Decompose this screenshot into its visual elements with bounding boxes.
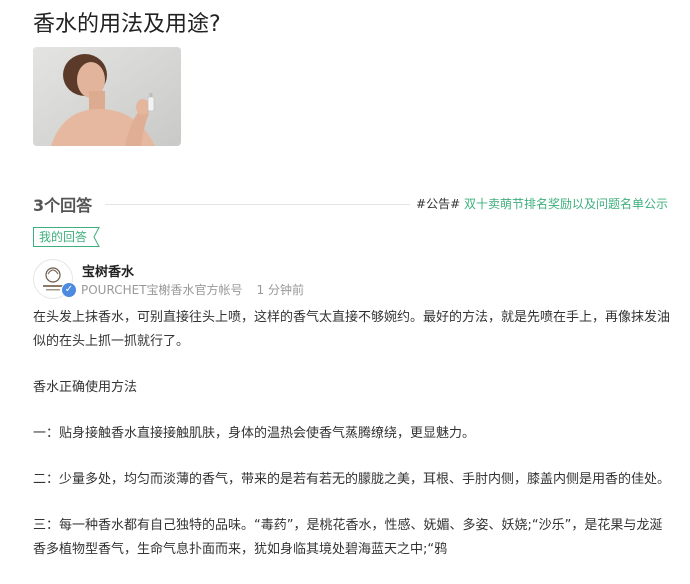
author-description: POURCHET宝榭香水官方帐号 1 分钟前: [81, 281, 304, 298]
answer-author: ✓ 宝树香水 POURCHET宝榭香水官方帐号 1 分钟前: [33, 259, 673, 299]
answer-content: 在头发上抹香水，可别直接往头上喷，这样的香气太直接不够婉约。最好的方法，就是先喷…: [33, 306, 673, 584]
answer-paragraph: 二：少量多处，均匀而淡薄的香气，带来的是若有若无的朦胧之美，耳根、手肘内侧，膝盖…: [33, 472, 671, 487]
answer-time: 1 分钟前: [256, 283, 304, 297]
tag-notch-icon: [91, 227, 100, 247]
answer-count: 3个回答: [33, 196, 93, 215]
notice-tag: #公告#: [416, 197, 461, 211]
question-image[interactable]: [33, 47, 181, 146]
notice: #公告# 双十卖萌节排名奖励以及问题名单公示: [416, 195, 668, 212]
answer-paragraph: 一：贴身接触香水直接接触肌肤，身体的温热会使香气蒸腾缭绕，更显魅力。: [33, 426, 476, 441]
author-name[interactable]: 宝树香水: [82, 261, 134, 280]
question-title: 香水的用法及用途?: [33, 12, 221, 37]
notice-link[interactable]: 双十卖萌节排名奖励以及问题名单公示: [464, 197, 668, 211]
author-title: POURCHET宝榭香水官方帐号: [81, 283, 243, 297]
answers-header: 3个回答 #公告# 双十卖萌节排名奖励以及问题名单公示: [33, 192, 668, 216]
answer-paragraph: 香水正确使用方法: [33, 380, 138, 395]
answer-paragraph: 在头发上抹香水，可别直接往头上喷，这样的香气太直接不够婉约。最好的方法，就是先喷…: [33, 310, 671, 349]
woman-perfume-photo: [33, 47, 181, 146]
my-answer-tag: 我的回答: [33, 227, 93, 247]
divider: [105, 204, 410, 205]
answer-paragraph: 三：每一种香水都有自己独特的品味。“毒药”，是桃花香水，性感、妩媚、多姿、妖娆;…: [33, 518, 663, 557]
verified-badge-icon: ✓: [61, 282, 77, 298]
